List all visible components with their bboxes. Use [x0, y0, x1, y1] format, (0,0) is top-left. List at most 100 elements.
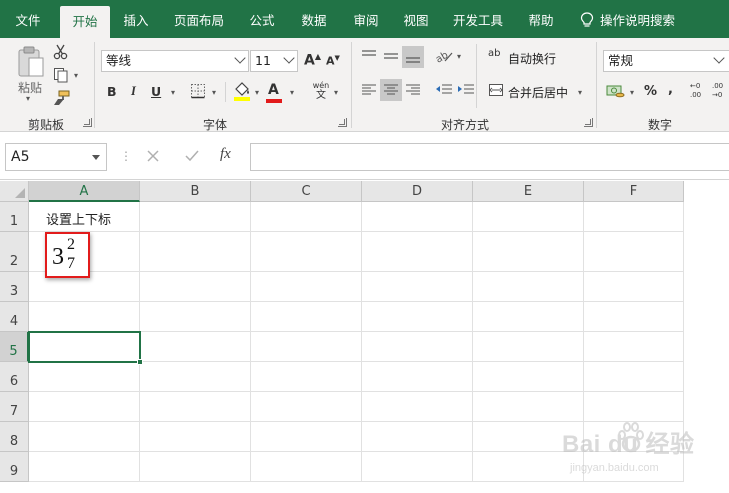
tab-home[interactable]: 开始 — [60, 6, 110, 38]
phonetic-guide-button[interactable]: wén 文 — [308, 81, 334, 105]
bold-button[interactable]: B — [107, 84, 117, 99]
paste-icon[interactable] — [14, 44, 48, 82]
cell-b4[interactable] — [140, 302, 251, 332]
cell-c8[interactable] — [251, 422, 362, 452]
cancel-icon[interactable] — [146, 149, 160, 163]
copy-dropdown-arrow[interactable]: ▾ — [74, 71, 78, 80]
column-header-e[interactable]: E — [473, 181, 584, 202]
tab-view[interactable]: 视图 — [396, 0, 436, 38]
column-header-b[interactable]: B — [140, 181, 251, 202]
cell-a4[interactable] — [29, 302, 140, 332]
row-header-5[interactable]: 5 — [0, 332, 29, 362]
row-header-1[interactable]: 1 — [0, 202, 29, 232]
borders-icon[interactable] — [190, 83, 206, 99]
cell-c1[interactable] — [251, 202, 362, 232]
percent-style-button[interactable]: % — [644, 84, 657, 99]
increase-decimal-button[interactable]: ←0 .00 — [690, 82, 708, 100]
comma-style-button[interactable]: , — [668, 82, 673, 97]
cell-d1[interactable] — [362, 202, 473, 232]
cell-c4[interactable] — [251, 302, 362, 332]
cell-c5[interactable] — [251, 332, 362, 362]
lightbulb-icon[interactable] — [580, 12, 594, 28]
column-header-a[interactable]: A — [29, 181, 140, 202]
cell-f2[interactable] — [584, 232, 684, 272]
column-header-f[interactable]: F — [584, 181, 684, 202]
tab-review[interactable]: 审阅 — [344, 0, 388, 38]
cell-f4[interactable] — [584, 302, 684, 332]
cell-d4[interactable] — [362, 302, 473, 332]
cell-e5[interactable] — [473, 332, 584, 362]
tab-formulas[interactable]: 公式 — [240, 0, 284, 38]
cut-icon[interactable] — [53, 44, 69, 60]
row-header-6[interactable]: 6 — [0, 362, 29, 392]
cell-d5[interactable] — [362, 332, 473, 362]
row-header-8[interactable]: 8 — [0, 422, 29, 452]
cell-f3[interactable] — [584, 272, 684, 302]
bottom-align-button[interactable] — [402, 46, 424, 68]
accounting-format-icon[interactable] — [606, 82, 626, 100]
cell-b9[interactable] — [140, 452, 251, 482]
tell-me-search[interactable]: 操作说明搜索 — [600, 0, 690, 38]
cell-b6[interactable] — [140, 362, 251, 392]
row-header-9[interactable]: 9 — [0, 452, 29, 482]
cell-d2[interactable] — [362, 232, 473, 272]
cell-d9[interactable] — [362, 452, 473, 482]
font-launcher-icon[interactable] — [338, 118, 347, 127]
paste-dropdown-arrow[interactable]: ▾ — [26, 94, 30, 103]
font-color-button[interactable]: A — [268, 82, 279, 98]
merge-center-dropdown-arrow[interactable]: ▾ — [578, 88, 582, 97]
font-name-select[interactable]: 等线 — [101, 50, 249, 72]
column-header-d[interactable]: D — [362, 181, 473, 202]
wrap-text-label[interactable]: 自动换行 — [508, 50, 556, 67]
cell-c9[interactable] — [251, 452, 362, 482]
row-header-3[interactable]: 3 — [0, 272, 29, 302]
tab-data[interactable]: 数据 — [292, 0, 336, 38]
borders-dropdown-arrow[interactable]: ▾ — [212, 88, 216, 97]
wrap-text-icon[interactable]: ab — [488, 48, 500, 59]
fill-color-icon[interactable] — [233, 81, 251, 101]
row-header-7[interactable]: 7 — [0, 392, 29, 422]
font-color-dropdown-arrow[interactable]: ▾ — [290, 88, 294, 97]
cell-f1[interactable] — [584, 202, 684, 232]
formula-input[interactable] — [250, 143, 729, 171]
decrease-indent-icon[interactable] — [434, 82, 454, 98]
orientation-icon[interactable]: ab — [434, 48, 454, 64]
cell-d6[interactable] — [362, 362, 473, 392]
font-size-select[interactable]: 11 — [250, 50, 298, 72]
tab-developer[interactable]: 开发工具 — [444, 0, 512, 38]
merge-center-label[interactable]: 合并后居中 — [508, 84, 568, 101]
cell-e6[interactable] — [473, 362, 584, 392]
cell-e1[interactable] — [473, 202, 584, 232]
cell-a6[interactable] — [29, 362, 140, 392]
cell-c6[interactable] — [251, 362, 362, 392]
formula-bar-grip-icon[interactable]: ⋮ — [120, 149, 132, 163]
cell-b1[interactable] — [140, 202, 251, 232]
cell-e2[interactable] — [473, 232, 584, 272]
cell-b2[interactable] — [140, 232, 251, 272]
enter-check-icon[interactable] — [184, 149, 200, 163]
copy-icon[interactable] — [53, 67, 69, 83]
cell-a7[interactable] — [29, 392, 140, 422]
cell-f5[interactable] — [584, 332, 684, 362]
clipboard-launcher-icon[interactable] — [83, 118, 92, 127]
cell-b7[interactable] — [140, 392, 251, 422]
cell-e4[interactable] — [473, 302, 584, 332]
phonetic-dropdown-arrow[interactable]: ▾ — [334, 88, 338, 97]
cell-b8[interactable] — [140, 422, 251, 452]
cell-a9[interactable] — [29, 452, 140, 482]
cell-b3[interactable] — [140, 272, 251, 302]
cell-d3[interactable] — [362, 272, 473, 302]
tab-insert[interactable]: 插入 — [114, 0, 158, 38]
cell-c7[interactable] — [251, 392, 362, 422]
format-painter-icon[interactable] — [53, 90, 71, 106]
active-cell-outline[interactable] — [28, 331, 141, 363]
tab-file[interactable]: 文件 — [4, 0, 52, 38]
align-center-button[interactable] — [380, 79, 402, 101]
cell-b5[interactable] — [140, 332, 251, 362]
increase-indent-icon[interactable] — [456, 82, 476, 98]
insert-function-button[interactable]: fx — [220, 146, 231, 163]
accounting-dropdown-arrow[interactable]: ▾ — [630, 88, 634, 97]
grow-font-button[interactable]: A▲ — [304, 52, 321, 69]
tab-help[interactable]: 帮助 — [520, 0, 562, 38]
select-all-button[interactable] — [0, 181, 29, 202]
